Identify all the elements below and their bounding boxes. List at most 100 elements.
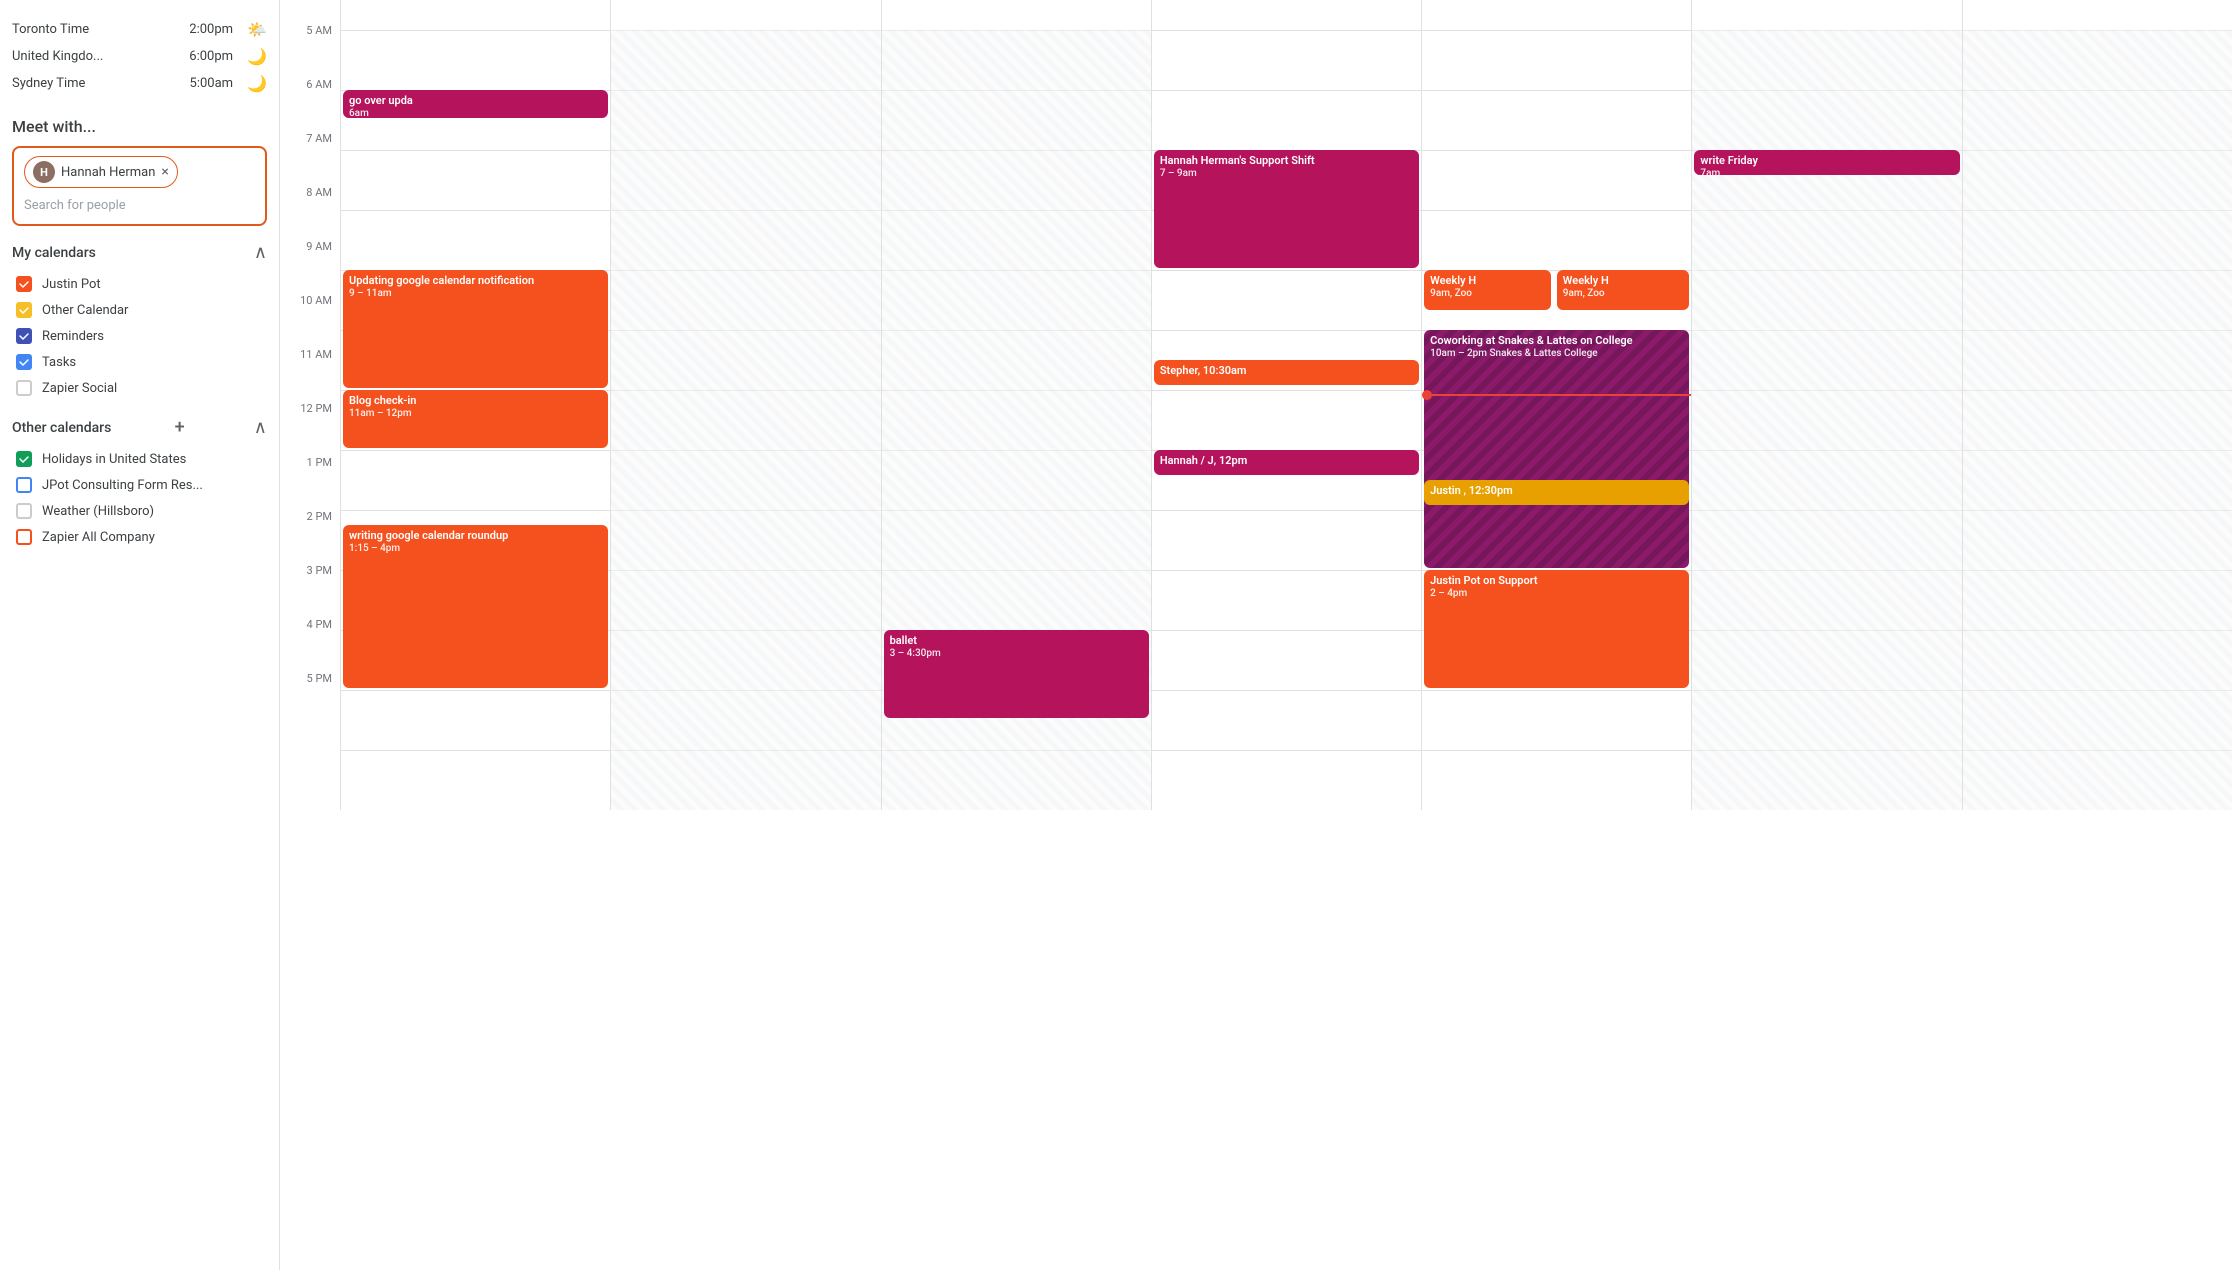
- calendar-col-6[interactable]: [1962, 0, 2232, 810]
- my-calendars-header: My calendars ∧: [12, 242, 267, 263]
- clock-uk-time: 6:00pm: [189, 49, 233, 64]
- calendar-col-5[interactable]: write Friday7am: [1691, 0, 1961, 810]
- event-time: 3 – 4:30pm: [890, 648, 1143, 659]
- search-input[interactable]: Search for people: [24, 196, 255, 215]
- people-search-box[interactable]: H Hannah Herman × Search for people: [12, 146, 267, 226]
- calendar-item-tasks[interactable]: Tasks: [12, 349, 267, 375]
- calendar-checkbox-jpot[interactable]: [16, 477, 32, 493]
- world-clocks: Toronto Time 2:00pm 🌤️ United Kingdo... …: [12, 16, 267, 97]
- event-time: 1:15 – 4pm: [349, 543, 602, 554]
- calendar-item-reminders[interactable]: Reminders: [12, 323, 267, 349]
- event-title: write Friday: [1700, 154, 1953, 168]
- calendar-name-zapier-company: Zapier All Company: [42, 530, 155, 545]
- event-title: ballet: [890, 634, 1143, 648]
- meet-with-title: Meet with...: [12, 117, 267, 136]
- meet-with-section: Meet with... H Hannah Herman × Search fo…: [12, 117, 267, 226]
- calendar-item-zapier-company[interactable]: Zapier All Company: [12, 524, 267, 550]
- calendar-checkbox-zapier-social[interactable]: [16, 380, 32, 396]
- calendar-item-holidays[interactable]: Holidays in United States: [12, 446, 267, 472]
- calendar-checkbox-other[interactable]: [16, 302, 32, 318]
- time-grid: 5 AM 6 AM 7 AM 8 AM 9 AM 10 AM 11 AM 12 …: [280, 0, 2232, 1270]
- calendar-col-4[interactable]: Weekly H9am, ZooWeekly H9am, ZooCoworkin…: [1421, 0, 1691, 810]
- calendar-name-other: Other Calendar: [42, 303, 128, 318]
- remove-person-button[interactable]: ×: [161, 165, 168, 179]
- calendar-event[interactable]: Hannah / J, 12pm: [1154, 450, 1419, 475]
- calendar-item-other[interactable]: Other Calendar: [12, 297, 267, 323]
- event-title: Justin , 12:30pm: [1430, 484, 1683, 498]
- other-calendars-chevron[interactable]: ∧: [254, 417, 267, 438]
- sidebar: Toronto Time 2:00pm 🌤️ United Kingdo... …: [0, 0, 280, 1270]
- calendar-event[interactable]: Coworking at Snakes & Lattes on College1…: [1424, 330, 1689, 568]
- event-time: 7am: [1700, 168, 1953, 175]
- event-title: Hannah / J, 12pm: [1160, 454, 1413, 468]
- time-7am: 7 AM: [280, 132, 340, 192]
- calendar-item-justin-pot[interactable]: Justin Pot: [12, 271, 267, 297]
- other-calendars-list: Holidays in United States JPot Consultin…: [12, 446, 267, 550]
- time-6am: 6 AM: [280, 78, 340, 138]
- add-calendar-button[interactable]: +: [175, 417, 185, 438]
- clock-sydney-icon: 🌙: [247, 74, 267, 93]
- clock-toronto-name: Toronto Time: [12, 22, 181, 37]
- calendar-name-tasks: Tasks: [42, 355, 76, 370]
- clock-toronto-time: 2:00pm: [189, 22, 233, 37]
- event-title: Weekly H: [1563, 274, 1684, 288]
- clock-toronto: Toronto Time 2:00pm 🌤️: [12, 16, 267, 43]
- calendar-event[interactable]: Weekly H9am, Zoo: [1424, 270, 1551, 310]
- event-title: Stepher, 10:30am: [1160, 364, 1413, 378]
- calendar-name-weather: Weather (Hillsboro): [42, 504, 154, 519]
- calendar-event[interactable]: Justin , 12:30pm: [1424, 480, 1689, 505]
- event-time: 9am, Zoo: [1430, 288, 1545, 299]
- calendar-main: 5 AM 6 AM 7 AM 8 AM 9 AM 10 AM 11 AM 12 …: [280, 0, 2232, 1270]
- calendar-event[interactable]: Weekly H9am, Zoo: [1557, 270, 1690, 310]
- event-time: 6am: [349, 108, 602, 118]
- avatar: H: [33, 161, 55, 183]
- time-2pm: 2 PM: [280, 510, 340, 570]
- my-calendars-chevron[interactable]: ∧: [254, 242, 267, 263]
- calendar-name-holidays: Holidays in United States: [42, 452, 186, 467]
- calendar-event[interactable]: writing google calendar roundup1:15 – 4p…: [343, 525, 608, 688]
- calendar-event[interactable]: ballet3 – 4:30pm: [884, 630, 1149, 718]
- calendar-grid: go over upda6am Updating google calendar …: [340, 0, 2232, 1270]
- event-title: Updating google calendar notification: [349, 274, 602, 288]
- calendar-item-zapier-social[interactable]: Zapier Social: [12, 375, 267, 401]
- calendar-name-justin-pot: Justin Pot: [42, 277, 101, 292]
- person-chip[interactable]: H Hannah Herman ×: [24, 156, 178, 188]
- calendar-checkbox-weather[interactable]: [16, 503, 32, 519]
- calendar-item-weather[interactable]: Weather (Hillsboro): [12, 498, 267, 524]
- time-9am: 9 AM: [280, 240, 340, 300]
- calendar-name-reminders: Reminders: [42, 329, 104, 344]
- clock-sydney: Sydney Time 5:00am 🌙: [12, 70, 267, 97]
- calendar-col-0[interactable]: go over upda6am Updating google calendar …: [340, 0, 610, 810]
- calendar-checkbox-reminders[interactable]: [16, 328, 32, 344]
- time-labels: 5 AM 6 AM 7 AM 8 AM 9 AM 10 AM 11 AM 12 …: [280, 0, 340, 1270]
- calendar-event[interactable]: Updating google calendar notification9 –…: [343, 270, 608, 388]
- calendar-item-jpot[interactable]: JPot Consulting Form Res...: [12, 472, 267, 498]
- person-chip-name: Hannah Herman: [61, 165, 155, 180]
- current-time-indicator: [1422, 390, 1691, 400]
- clock-sydney-name: Sydney Time: [12, 76, 182, 91]
- time-3pm: 3 PM: [280, 564, 340, 624]
- event-title: writing google calendar roundup: [349, 529, 602, 543]
- calendar-col-3[interactable]: Hannah Herman's Support Shift7 – 9am Step…: [1151, 0, 1421, 810]
- calendar-event[interactable]: write Friday7am: [1694, 150, 1959, 175]
- calendar-col-2[interactable]: ballet3 – 4:30pm: [881, 0, 1151, 810]
- event-title: Weekly H: [1430, 274, 1545, 288]
- event-title: Blog check-in: [349, 394, 602, 408]
- event-time: 7 – 9am: [1160, 168, 1413, 179]
- calendar-checkbox-zapier-company[interactable]: [16, 529, 32, 545]
- calendar-event[interactable]: Hannah Herman's Support Shift7 – 9am: [1154, 150, 1419, 268]
- time-11am: 11 AM: [280, 348, 340, 408]
- calendar-checkbox-tasks[interactable]: [16, 354, 32, 370]
- time-1pm: 1 PM: [280, 456, 340, 516]
- time-5pm: 5 PM: [280, 672, 340, 732]
- calendar-checkbox-justin-pot[interactable]: [16, 276, 32, 292]
- clock-uk: United Kingdo... 6:00pm 🌙: [12, 43, 267, 70]
- time-8am: 8 AM: [280, 186, 340, 246]
- calendar-event[interactable]: Justin Pot on Support2 – 4pm: [1424, 570, 1689, 688]
- clock-uk-name: United Kingdo...: [12, 49, 181, 64]
- calendar-event[interactable]: Stepher, 10:30am: [1154, 360, 1419, 385]
- calendar-event[interactable]: Blog check-in11am – 12pm: [343, 390, 608, 448]
- calendar-event[interactable]: go over upda6am: [343, 90, 608, 118]
- calendar-checkbox-holidays[interactable]: [16, 451, 32, 467]
- calendar-col-1[interactable]: [610, 0, 880, 810]
